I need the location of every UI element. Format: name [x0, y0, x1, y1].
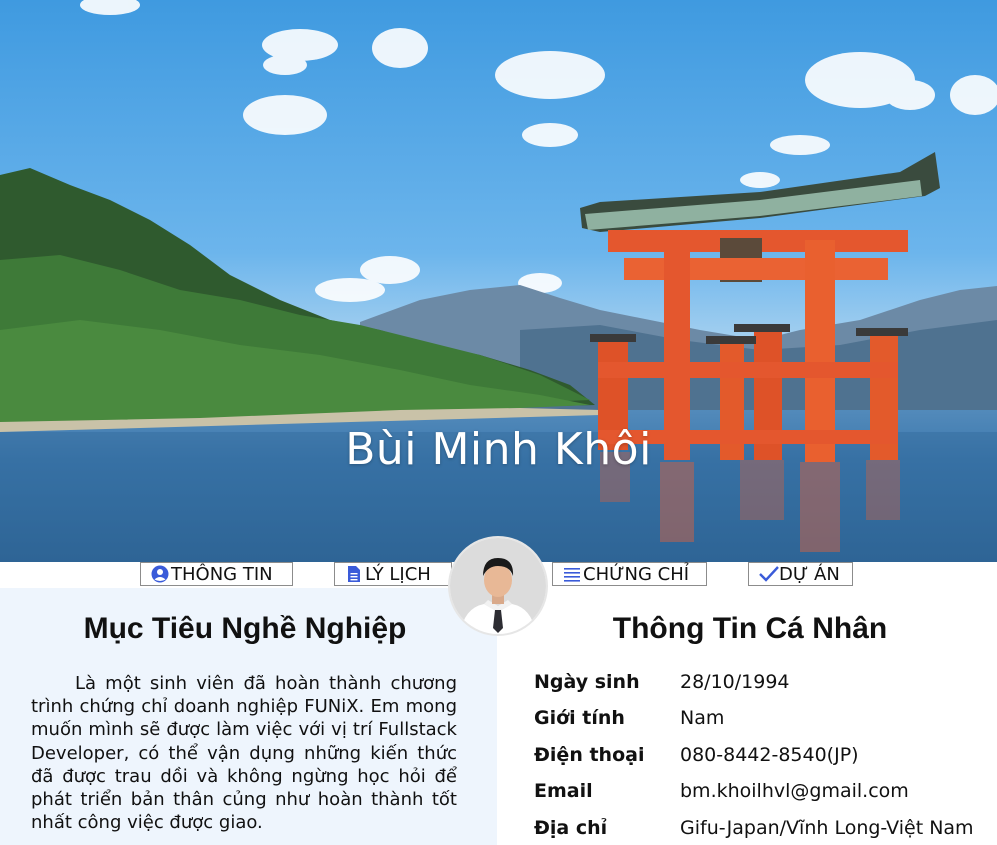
hero-name-heading: Bùi Minh Khôi [345, 424, 652, 475]
nav-tab-chung-chi[interactable]: CHỨNG CHỈ [552, 562, 707, 586]
avatar [450, 538, 546, 634]
info-value: Gifu-Japan/Vĩnh Long-Việt Nam [680, 817, 974, 839]
info-label: Điện thoại [534, 744, 645, 766]
nav-tab-label: CHỨNG CHỈ [583, 563, 690, 585]
info-value: 080-8442-8540(JP) [680, 744, 859, 766]
info-value: Nam [680, 707, 725, 729]
objective-title: Mục Tiêu Nghề Nghiệp [83, 612, 407, 645]
nav-tab-label: THÔNG TIN [171, 563, 273, 585]
hero-banner: Bùi Minh Khôi [0, 0, 997, 562]
nav-tab-label: DỰ ÁN [779, 563, 840, 585]
objective-text: Là một sinh viên đã hoàn thành chương tr… [31, 673, 457, 834]
file-icon [345, 565, 363, 583]
nav-tab-thong-tin[interactable]: THÔNG TIN [140, 562, 293, 586]
info-label: Email [534, 780, 593, 802]
nav-tab-du-an[interactable]: DỰ ÁN [748, 562, 853, 586]
nav-tab-ly-lich[interactable]: LÝ LỊCH [334, 562, 452, 586]
info-label: Ngày sinh [534, 671, 640, 693]
hero-landscape-image [0, 0, 997, 562]
info-value[interactable]: bm.khoilhvl@gmail.com [680, 780, 909, 802]
info-value: 28/10/1994 [680, 671, 790, 693]
list-icon [563, 565, 581, 583]
profile-photo [450, 538, 546, 634]
info-label: Địa chỉ [534, 817, 608, 839]
check-icon [759, 565, 779, 583]
info-label: Giới tính [534, 707, 625, 729]
user-circle-icon [151, 565, 169, 583]
nav-tab-label: LÝ LỊCH [365, 563, 431, 585]
personal-info-title: Thông Tin Cá Nhân [612, 612, 888, 645]
